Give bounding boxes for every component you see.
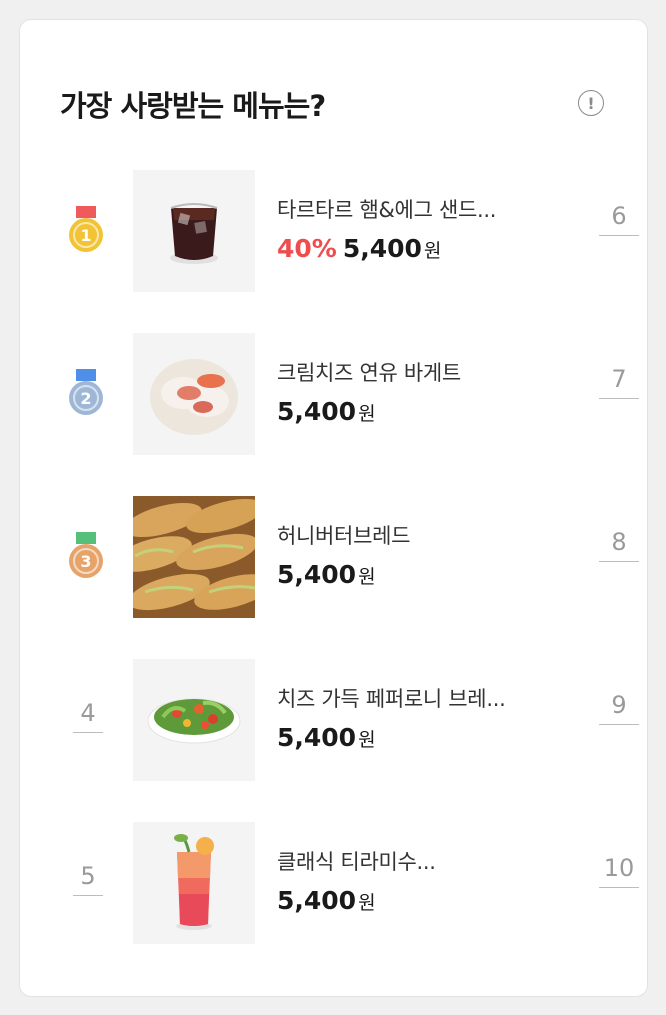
menu-thumbnail[interactable] bbox=[133, 822, 255, 944]
iced-americano-icon bbox=[133, 170, 255, 292]
menu-item[interactable]: 3 허니버터브레드 5,400 원 8 bbox=[20, 496, 649, 618]
rank-9-link[interactable]: 9 bbox=[599, 691, 639, 725]
menu-name[interactable]: 크림치즈 연유 바게트 bbox=[277, 357, 461, 387]
price-line: 5,400 원 bbox=[277, 723, 376, 752]
menu-item[interactable]: 5 클래식 티라미수... 5,400 원 10 bbox=[20, 822, 649, 944]
price-line: 5,400 원 bbox=[277, 886, 376, 915]
menu-thumbnail[interactable] bbox=[133, 170, 255, 292]
rank-number: 5 bbox=[73, 862, 103, 896]
price-line: 5,400 원 bbox=[277, 397, 376, 426]
menu-thumbnail[interactable] bbox=[133, 496, 255, 618]
menu-name[interactable]: 타르타르 햄&에그 샌드... bbox=[277, 194, 496, 224]
bronze-medal-icon: 3 bbox=[69, 532, 103, 578]
info-icon[interactable]: ! bbox=[578, 90, 604, 116]
price-line: 40% 5,400 원 bbox=[277, 234, 441, 263]
currency-unit: 원 bbox=[358, 403, 376, 425]
medal-rank: 3 bbox=[80, 552, 91, 571]
menu-price: 5,400 bbox=[277, 560, 357, 589]
menu-price: 5,400 bbox=[277, 397, 357, 426]
menu-thumbnail[interactable] bbox=[133, 659, 255, 781]
menu-price: 5,400 bbox=[342, 234, 422, 263]
rank-7-link[interactable]: 7 bbox=[599, 365, 639, 399]
currency-unit: 원 bbox=[358, 892, 376, 914]
menu-thumbnail[interactable] bbox=[133, 333, 255, 455]
salad-icon bbox=[133, 659, 255, 781]
cream-cheese-baguette-icon bbox=[133, 333, 255, 455]
menu-name[interactable]: 클래식 티라미수... bbox=[277, 846, 436, 876]
menu-item[interactable]: 4 치즈 가득 페퍼로니 브레... 5,400 원 9 bbox=[20, 659, 649, 781]
menu-item[interactable]: 2 크림치즈 연유 바게트 5,400 원 7 bbox=[20, 333, 649, 455]
honey-butter-bread-icon bbox=[133, 496, 255, 618]
discount-rate: 40% bbox=[277, 234, 337, 263]
rank-6-link[interactable]: 6 bbox=[599, 202, 639, 236]
medal-rank: 2 bbox=[80, 389, 91, 408]
currency-unit: 원 bbox=[358, 729, 376, 751]
card-title: 가장 사랑받는 메뉴는? bbox=[60, 89, 326, 123]
price-line: 5,400 원 bbox=[277, 560, 376, 589]
gold-medal-icon: 1 bbox=[69, 206, 103, 252]
currency-unit: 원 bbox=[358, 566, 376, 588]
rank-10-link[interactable]: 10 bbox=[599, 854, 639, 888]
menu-item[interactable]: 1 타르타르 햄&에그 샌드... 40% 5,400 원 6 bbox=[20, 170, 649, 292]
rank-8-link[interactable]: 8 bbox=[599, 528, 639, 562]
menu-name[interactable]: 허니버터브레드 bbox=[277, 520, 410, 550]
menu-price: 5,400 bbox=[277, 886, 357, 915]
fruit-ade-icon bbox=[133, 822, 255, 944]
currency-unit: 원 bbox=[423, 240, 442, 262]
silver-medal-icon: 2 bbox=[69, 369, 103, 415]
rank-number: 4 bbox=[73, 699, 103, 733]
menu-price: 5,400 bbox=[277, 723, 357, 752]
ranking-card: 가장 사랑받는 메뉴는? ! 1 타르타르 햄&에그 샌드... 40% 5,40… bbox=[19, 19, 648, 997]
medal-rank: 1 bbox=[80, 226, 91, 245]
menu-name[interactable]: 치즈 가득 페퍼로니 브레... bbox=[277, 683, 506, 713]
